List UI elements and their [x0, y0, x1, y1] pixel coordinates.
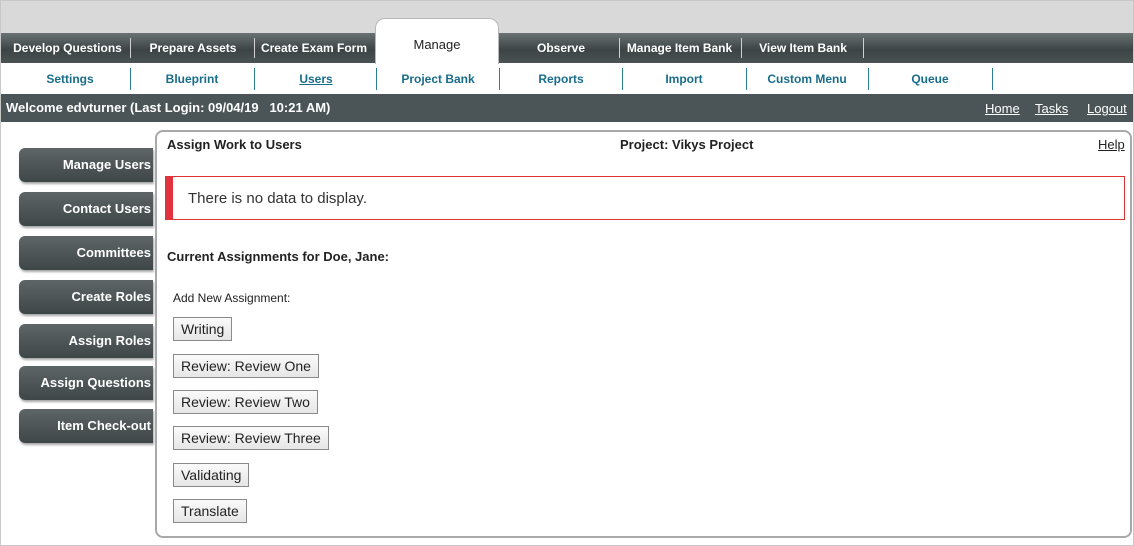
sidebar-committees[interactable]: Committees [19, 236, 153, 270]
sidebar-item-check-out[interactable]: Item Check-out [19, 409, 153, 443]
add-new-assignment-label: Add New Assignment: [173, 291, 291, 305]
tab-divider [741, 38, 742, 58]
sidebar-assign-roles[interactable]: Assign Roles [19, 324, 153, 358]
subtab-import[interactable]: Import [622, 72, 746, 86]
help-link[interactable]: Help [1098, 137, 1125, 152]
subtab-reports[interactable]: Reports [499, 72, 623, 86]
subtab-users[interactable]: Users [254, 72, 378, 86]
sidebar-assign-questions[interactable]: Assign Questions [19, 366, 153, 400]
tab-create-exam-form[interactable]: Create Exam Form [258, 33, 370, 63]
review-three-button[interactable]: Review: Review Three [173, 426, 329, 450]
tasks-link[interactable]: Tasks [1035, 101, 1068, 116]
sidebar-contact-users[interactable]: Contact Users [19, 192, 153, 226]
translate-button[interactable]: Translate [173, 499, 247, 523]
tab-divider [863, 38, 864, 58]
current-assignments-heading: Current Assignments for Doe, Jane: [167, 249, 390, 264]
welcome-text: Welcome edvturner (Last Login: 09/04/19 … [6, 100, 331, 115]
home-link[interactable]: Home [985, 101, 1020, 116]
subtab-settings[interactable]: Settings [10, 72, 130, 86]
tab-divider [254, 38, 255, 58]
sidebar-create-roles[interactable]: Create Roles [19, 280, 153, 314]
subtab-custom-menu[interactable]: Custom Menu [746, 72, 868, 86]
subtab-project-bank[interactable]: Project Bank [376, 72, 500, 86]
validating-button[interactable]: Validating [173, 463, 250, 487]
review-one-button[interactable]: Review: Review One [173, 354, 319, 378]
subtab-divider [992, 68, 993, 90]
tab-observe[interactable]: Observe [520, 33, 602, 63]
tab-divider [619, 38, 620, 58]
writing-button[interactable]: Writing [173, 317, 233, 341]
project-label: Project: Vikys Project [620, 137, 754, 152]
tab-manage[interactable]: Manage [375, 37, 499, 52]
alert-message: There is no data to display. [188, 190, 367, 207]
tab-manage-item-bank[interactable]: Manage Item Bank [622, 33, 737, 63]
subtab-blueprint[interactable]: Blueprint [130, 72, 254, 86]
tab-divider [130, 38, 131, 58]
sidebar-manage-users[interactable]: Manage Users [19, 148, 153, 182]
tab-develop-questions[interactable]: Develop Questions [10, 33, 125, 63]
logout-link[interactable]: Logout [1087, 101, 1127, 116]
tab-prepare-assets[interactable]: Prepare Assets [140, 33, 246, 63]
review-two-button[interactable]: Review: Review Two [173, 390, 318, 414]
panel-title: Assign Work to Users [167, 137, 302, 152]
top-strip [1, 1, 1133, 33]
tab-view-item-bank[interactable]: View Item Bank [748, 33, 858, 63]
subtab-queue[interactable]: Queue [868, 72, 992, 86]
